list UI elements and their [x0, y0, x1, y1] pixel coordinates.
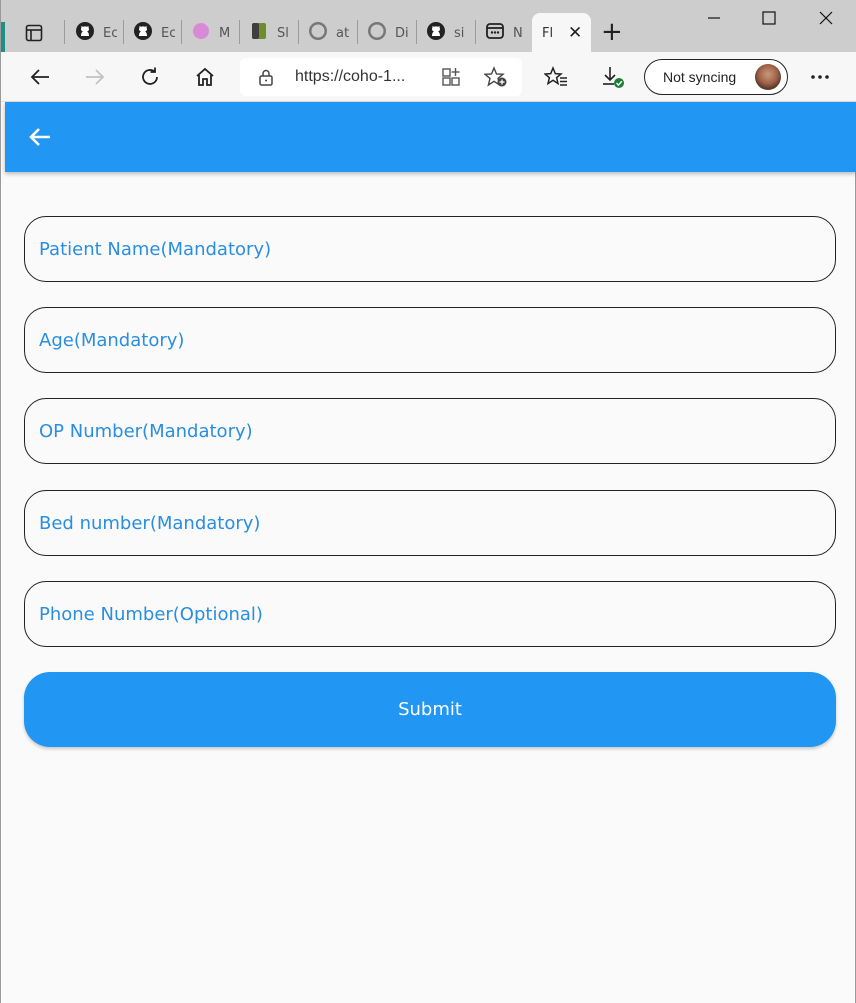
tab-label: si	[454, 25, 465, 41]
bed-number-input[interactable]	[39, 491, 819, 555]
age-input[interactable]	[39, 308, 819, 372]
submit-button[interactable]: Submit	[24, 672, 836, 747]
tab-1[interactable]: Ec	[123, 14, 175, 52]
browser-window: Ec Ec M Sl at Di si N Fl ✕ + https://coh…	[0, 0, 856, 1003]
patient-name-field[interactable]	[24, 216, 836, 282]
add-favorite-icon[interactable]	[483, 66, 508, 92]
window-edge	[1, 22, 5, 52]
tab-label: Di	[395, 25, 409, 41]
tab-5[interactable]: Di	[357, 14, 409, 52]
patient-name-input[interactable]	[39, 217, 819, 281]
age-field[interactable]	[24, 307, 836, 373]
app-icon	[485, 21, 505, 45]
op-number-input[interactable]	[39, 399, 819, 463]
tab-2[interactable]: M	[181, 14, 233, 52]
tab-active[interactable]: Fl ✕	[532, 13, 591, 53]
tab-label: M	[219, 25, 231, 41]
tab-label: Fl	[542, 25, 554, 41]
github-icon	[426, 21, 446, 45]
new-tab-icon[interactable]: +	[601, 19, 623, 45]
close-window-icon[interactable]	[819, 10, 833, 29]
tab-strip: Ec Ec M Sl at Di si N Fl ✕ +	[1, 0, 856, 53]
tab-label: Sl	[277, 25, 289, 41]
profile-sync-button[interactable]: Not syncing	[644, 59, 788, 95]
github-icon	[308, 21, 328, 45]
favorites-icon[interactable]	[542, 63, 570, 91]
browser-toolbar: https://coho-1... Not syncing	[1, 52, 856, 102]
tab-3[interactable]: Sl	[239, 14, 291, 52]
tab-label: Ec	[161, 25, 175, 41]
tab-actions-icon[interactable]	[19, 20, 49, 46]
avatar	[755, 64, 781, 90]
book-icon	[249, 21, 269, 45]
tab-label: N	[513, 25, 523, 41]
refresh-icon[interactable]	[136, 63, 164, 91]
phone-number-input[interactable]	[39, 582, 819, 646]
op-number-field[interactable]	[24, 398, 836, 464]
back-arrow-icon[interactable]	[27, 124, 53, 150]
github-icon	[75, 21, 95, 45]
downloads-icon[interactable]	[599, 63, 627, 91]
maximize-icon[interactable]	[762, 10, 776, 29]
lock-icon[interactable]	[258, 68, 274, 90]
github-icon	[367, 21, 387, 45]
tab-0[interactable]: Ec	[65, 14, 117, 52]
address-bar[interactable]: https://coho-1...	[240, 58, 522, 96]
bed-number-field[interactable]	[24, 490, 836, 556]
tab-6[interactable]: si	[416, 14, 468, 52]
forward-icon	[81, 63, 109, 91]
circle-icon	[191, 21, 211, 45]
url-text[interactable]: https://coho-1...	[295, 68, 405, 86]
tab-7[interactable]: N	[475, 14, 527, 52]
tab-4[interactable]: at	[298, 14, 350, 52]
more-options-icon[interactable]	[806, 63, 834, 91]
sync-status-label: Not syncing	[663, 69, 737, 85]
minimize-icon[interactable]	[707, 10, 721, 29]
github-icon	[133, 21, 153, 45]
home-icon[interactable]	[191, 63, 219, 91]
tab-label: at	[336, 25, 350, 41]
back-icon[interactable]	[26, 63, 54, 91]
phone-number-field[interactable]	[24, 581, 836, 647]
app-available-icon[interactable]	[441, 67, 461, 91]
close-tab-icon[interactable]: ✕	[568, 23, 582, 43]
tab-label: Ec	[103, 25, 117, 41]
app-bar	[5, 102, 856, 172]
